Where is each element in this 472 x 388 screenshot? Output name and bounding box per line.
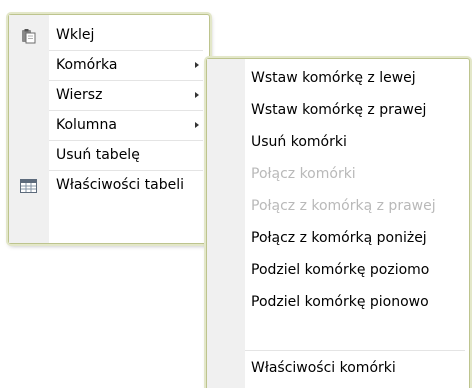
- submenu-item-label: Właściwości komórki: [251, 360, 396, 376]
- submenu-item-merge-right: Połącz z komórką z prawej: [207, 192, 469, 221]
- submenu-item-insert-cell-right[interactable]: Wstaw komórkę z prawej: [207, 96, 469, 125]
- submenu-item-split-vertical[interactable]: Podziel komórkę pionowo: [207, 288, 469, 317]
- menu-item-cell[interactable]: Komórka: [9, 51, 209, 80]
- submenu-arrow-icon: [195, 92, 199, 98]
- submenu-item-merge-cells: Połącz komórki: [207, 160, 469, 189]
- menu-item-label: Kolumna: [56, 117, 117, 133]
- submenu-item-label: Połącz z komórką poniżej: [251, 230, 427, 246]
- menu-item-label: Usuń tabelę: [56, 147, 140, 163]
- menu-item-row[interactable]: Wiersz: [9, 81, 209, 110]
- submenu-item-label: Podziel komórkę poziomo: [251, 262, 430, 278]
- menu-item-label: Właściwości tabeli: [56, 177, 184, 193]
- submenu-item-label: Połącz z komórką z prawej: [251, 198, 436, 214]
- context-menu: Wklej Komórka Wiersz Kolumna Usuń tabelę: [8, 14, 210, 244]
- submenu-separator: [245, 350, 465, 351]
- menu-item-label: Komórka: [56, 57, 118, 73]
- menu-item-table-properties[interactable]: Właściwości tabeli: [9, 171, 209, 200]
- submenu-item-label: Podziel komórkę pionowo: [251, 294, 429, 310]
- submenu-item-merge-down[interactable]: Połącz z komórką poniżej: [207, 224, 469, 253]
- submenu-arrow-icon: [195, 62, 199, 68]
- submenu-item-cell-properties[interactable]: Właściwości komórki: [207, 354, 469, 383]
- submenu-arrow-icon: [195, 122, 199, 128]
- menu-item-label: Wiersz: [56, 87, 103, 103]
- menu-item-delete-table[interactable]: Usuń tabelę: [9, 141, 209, 170]
- menu-item-column[interactable]: Kolumna: [9, 111, 209, 140]
- submenu-item-label: Wstaw komórkę z prawej: [251, 102, 427, 118]
- submenu-item-label: Połącz komórki: [251, 166, 356, 182]
- table-properties-icon: [20, 179, 37, 197]
- menu-item-paste[interactable]: Wklej: [9, 21, 209, 50]
- submenu-item-split-horizontal[interactable]: Podziel komórkę poziomo: [207, 256, 469, 285]
- submenu-item-delete-cells[interactable]: Usuń komórki: [207, 128, 469, 157]
- submenu-item-label: Usuń komórki: [251, 134, 347, 150]
- menu-item-label: Wklej: [56, 27, 95, 43]
- submenu-item-label: Wstaw komórkę z lewej: [251, 70, 416, 86]
- paste-icon: [21, 28, 36, 48]
- submenu-item-insert-cell-left[interactable]: Wstaw komórkę z lewej: [207, 64, 469, 93]
- cell-submenu: Wstaw komórkę z lewej Wstaw komórkę z pr…: [206, 58, 470, 388]
